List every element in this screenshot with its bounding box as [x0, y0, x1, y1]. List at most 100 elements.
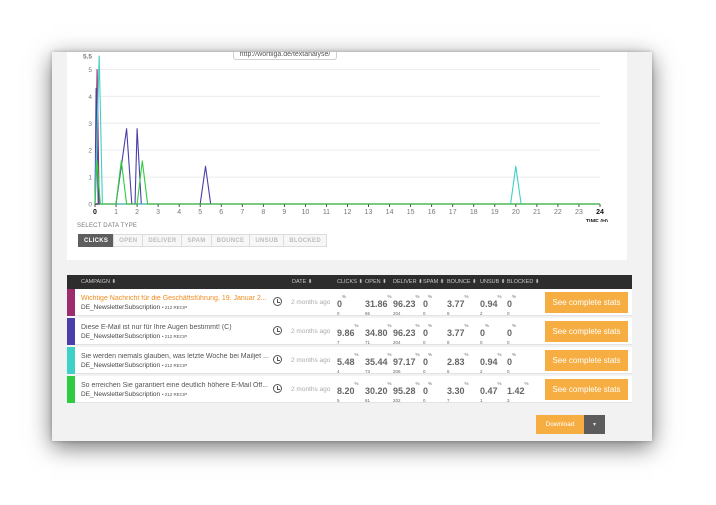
x-tick-label: 2 — [135, 209, 139, 216]
column-header-deliver[interactable]: DELIVER ⬍ — [393, 279, 423, 285]
x-tick-label: 17 — [449, 209, 457, 216]
sort-icon: ⬍ — [438, 279, 445, 285]
sort-icon: ⬍ — [470, 279, 477, 285]
percent-sign: % — [497, 381, 502, 386]
percent-sign: % — [512, 294, 517, 299]
percent-sign: % — [464, 294, 469, 299]
stat-clicks: 8.20% 5 — [337, 381, 359, 403]
column-header-clicks[interactable]: CLICKS ⬍ — [337, 279, 363, 285]
data-type-spam-button[interactable]: SPAM — [181, 234, 212, 247]
percent-sign: % — [464, 381, 469, 386]
x-tick-label: 21 — [533, 209, 541, 216]
column-header-label: OPEN — [365, 279, 381, 285]
percent-sign: % — [354, 352, 359, 357]
url-tooltip: http://wortliga.de/textanalyse/ — [233, 52, 337, 60]
campaign-title[interactable]: So erreichen Sie garantiert eine deutlic… — [81, 382, 269, 389]
column-header-date[interactable]: DATE ⬍ — [292, 279, 312, 285]
column-header-label: DATE — [292, 279, 307, 285]
column-header-label: CAMPAIGN — [81, 279, 110, 285]
percent-sign: % — [428, 381, 433, 386]
list-name: DE_NewsletterSubscription — [81, 304, 161, 311]
column-header-campaign[interactable]: CAMPAIGN ⬍ — [81, 279, 116, 285]
download-options-button[interactable]: ▾ — [584, 415, 605, 434]
y-tick-label: 4 — [88, 94, 92, 101]
stat-count: 8 — [447, 311, 450, 316]
column-header-open[interactable]: OPEN ⬍ — [365, 279, 387, 285]
stat-count: 206 — [393, 369, 401, 374]
stat-count: 4 — [337, 369, 340, 374]
stat-percent: 2.83 — [447, 357, 465, 367]
stat-percent: 96.23 — [393, 328, 416, 338]
percent-sign: % — [387, 294, 392, 299]
stat-open: 30.20% 61 — [365, 381, 392, 403]
see-complete-stats-button[interactable]: See complete stats — [545, 321, 628, 342]
column-header-bounce[interactable]: BOUNCE ⬍ — [447, 279, 477, 285]
stat-count: 3 — [507, 398, 510, 403]
chart-card: 0 1 2 3 4 5 5.5 0 1 2 3 4 5 6 7 8 9 10 11 12 13 14 15 16 17 18 19 2… — [67, 52, 627, 260]
data-type-blocked-button[interactable]: BLOCKED — [283, 234, 327, 247]
see-complete-stats-button[interactable]: See complete stats — [545, 350, 628, 371]
download-button[interactable]: Download — [536, 415, 584, 434]
stat-unsub: 0.94% 2 — [480, 352, 502, 374]
x-tick-label: 19 — [491, 209, 499, 216]
column-header-spam[interactable]: SPAM ⬍ — [423, 279, 444, 285]
data-type-clicks-button[interactable]: CLICKS — [78, 234, 115, 247]
sort-icon: ⬍ — [416, 279, 423, 285]
x-tick-label: 14 — [386, 209, 394, 216]
campaign-color-stripe — [67, 376, 75, 403]
stat-blocked: 0% 0 — [507, 352, 516, 374]
percent-sign: % — [464, 352, 469, 357]
campaign-title[interactable]: Wichtige Nachricht für die Geschäftsführ… — [81, 295, 269, 302]
stat-blocked: 0% 0 — [507, 294, 516, 316]
percent-sign: % — [485, 323, 490, 328]
stat-count: 71 — [365, 340, 371, 345]
percent-sign: % — [415, 381, 420, 386]
app-window: 0 1 2 3 4 5 5.5 0 1 2 3 4 5 6 7 8 9 10 11 12 13 14 15 16 17 18 19 2… — [52, 52, 652, 441]
stat-count: 204 — [393, 340, 401, 345]
data-type-deliver-button[interactable]: DELIVER — [142, 234, 183, 247]
stat-count: 7 — [447, 398, 450, 403]
percent-sign: % — [512, 323, 517, 328]
data-type-bounce-button[interactable]: BOUNCE — [210, 234, 251, 247]
see-complete-stats-button[interactable]: See complete stats — [545, 379, 628, 400]
stat-percent: 35.44 — [365, 357, 388, 367]
x-tick-label: 0 — [93, 209, 97, 216]
campaign-title[interactable]: Sie werden niemals glauben, was letzte W… — [81, 353, 269, 360]
column-header-label: SPAM — [423, 279, 439, 285]
stat-percent: 95.28 — [393, 386, 416, 396]
stat-percent: 0 — [507, 299, 513, 309]
column-header-blocked[interactable]: BLOCKED ⬍ — [507, 279, 539, 285]
recipient-count: • 212 RECIP — [161, 392, 188, 397]
stat-percent: 34.80 — [365, 328, 388, 338]
sort-icon: ⬍ — [109, 279, 117, 285]
stat-count: 2 — [480, 311, 483, 316]
stat-percent: 9.86 — [337, 328, 355, 338]
x-tick-label: 18 — [470, 209, 478, 216]
column-header-unsub[interactable]: UNSUB ⬍ — [480, 279, 505, 285]
percent-sign: % — [387, 381, 392, 386]
series-line-2 — [94, 55, 600, 205]
stat-percent: 31.86 — [365, 299, 388, 309]
stat-count: 5 — [337, 398, 340, 403]
data-type-unsub-button[interactable]: UNSUB — [249, 234, 285, 247]
stat-percent: 0.94 — [480, 357, 498, 367]
percent-sign: % — [428, 294, 433, 299]
campaign-color-stripe — [67, 318, 75, 345]
stat-count: 0 — [507, 340, 510, 345]
clicks-time-chart: 0123455.50 1 2 3 4 5 6 7 8 9 10 11 12 13 14 15 16 17 18 19 2… — [83, 54, 608, 223]
x-tick-label: 16 — [428, 209, 436, 216]
stat-count: 202 — [393, 398, 401, 403]
campaign-title[interactable]: Diese E-Mail ist nur für Ihre Augen best… — [81, 324, 269, 331]
sort-icon: ⬍ — [356, 279, 364, 285]
percent-sign: % — [387, 323, 392, 328]
stat-percent: 3.77 — [447, 328, 465, 338]
data-type-open-button[interactable]: OPEN — [113, 234, 144, 247]
see-complete-stats-button[interactable]: See complete stats — [545, 292, 628, 313]
x-tick-label: 23 — [575, 209, 583, 216]
x-tick-label: 9 — [282, 209, 286, 216]
x-tick-label: 15 — [407, 209, 415, 216]
table-row: Diese E-Mail ist nur für Ihre Augen best… — [67, 318, 632, 345]
recipient-count: • 212 RECIP — [161, 363, 188, 368]
sort-icon: ⬍ — [499, 279, 506, 285]
x-axis-label: TIME (H) — [586, 219, 608, 222]
